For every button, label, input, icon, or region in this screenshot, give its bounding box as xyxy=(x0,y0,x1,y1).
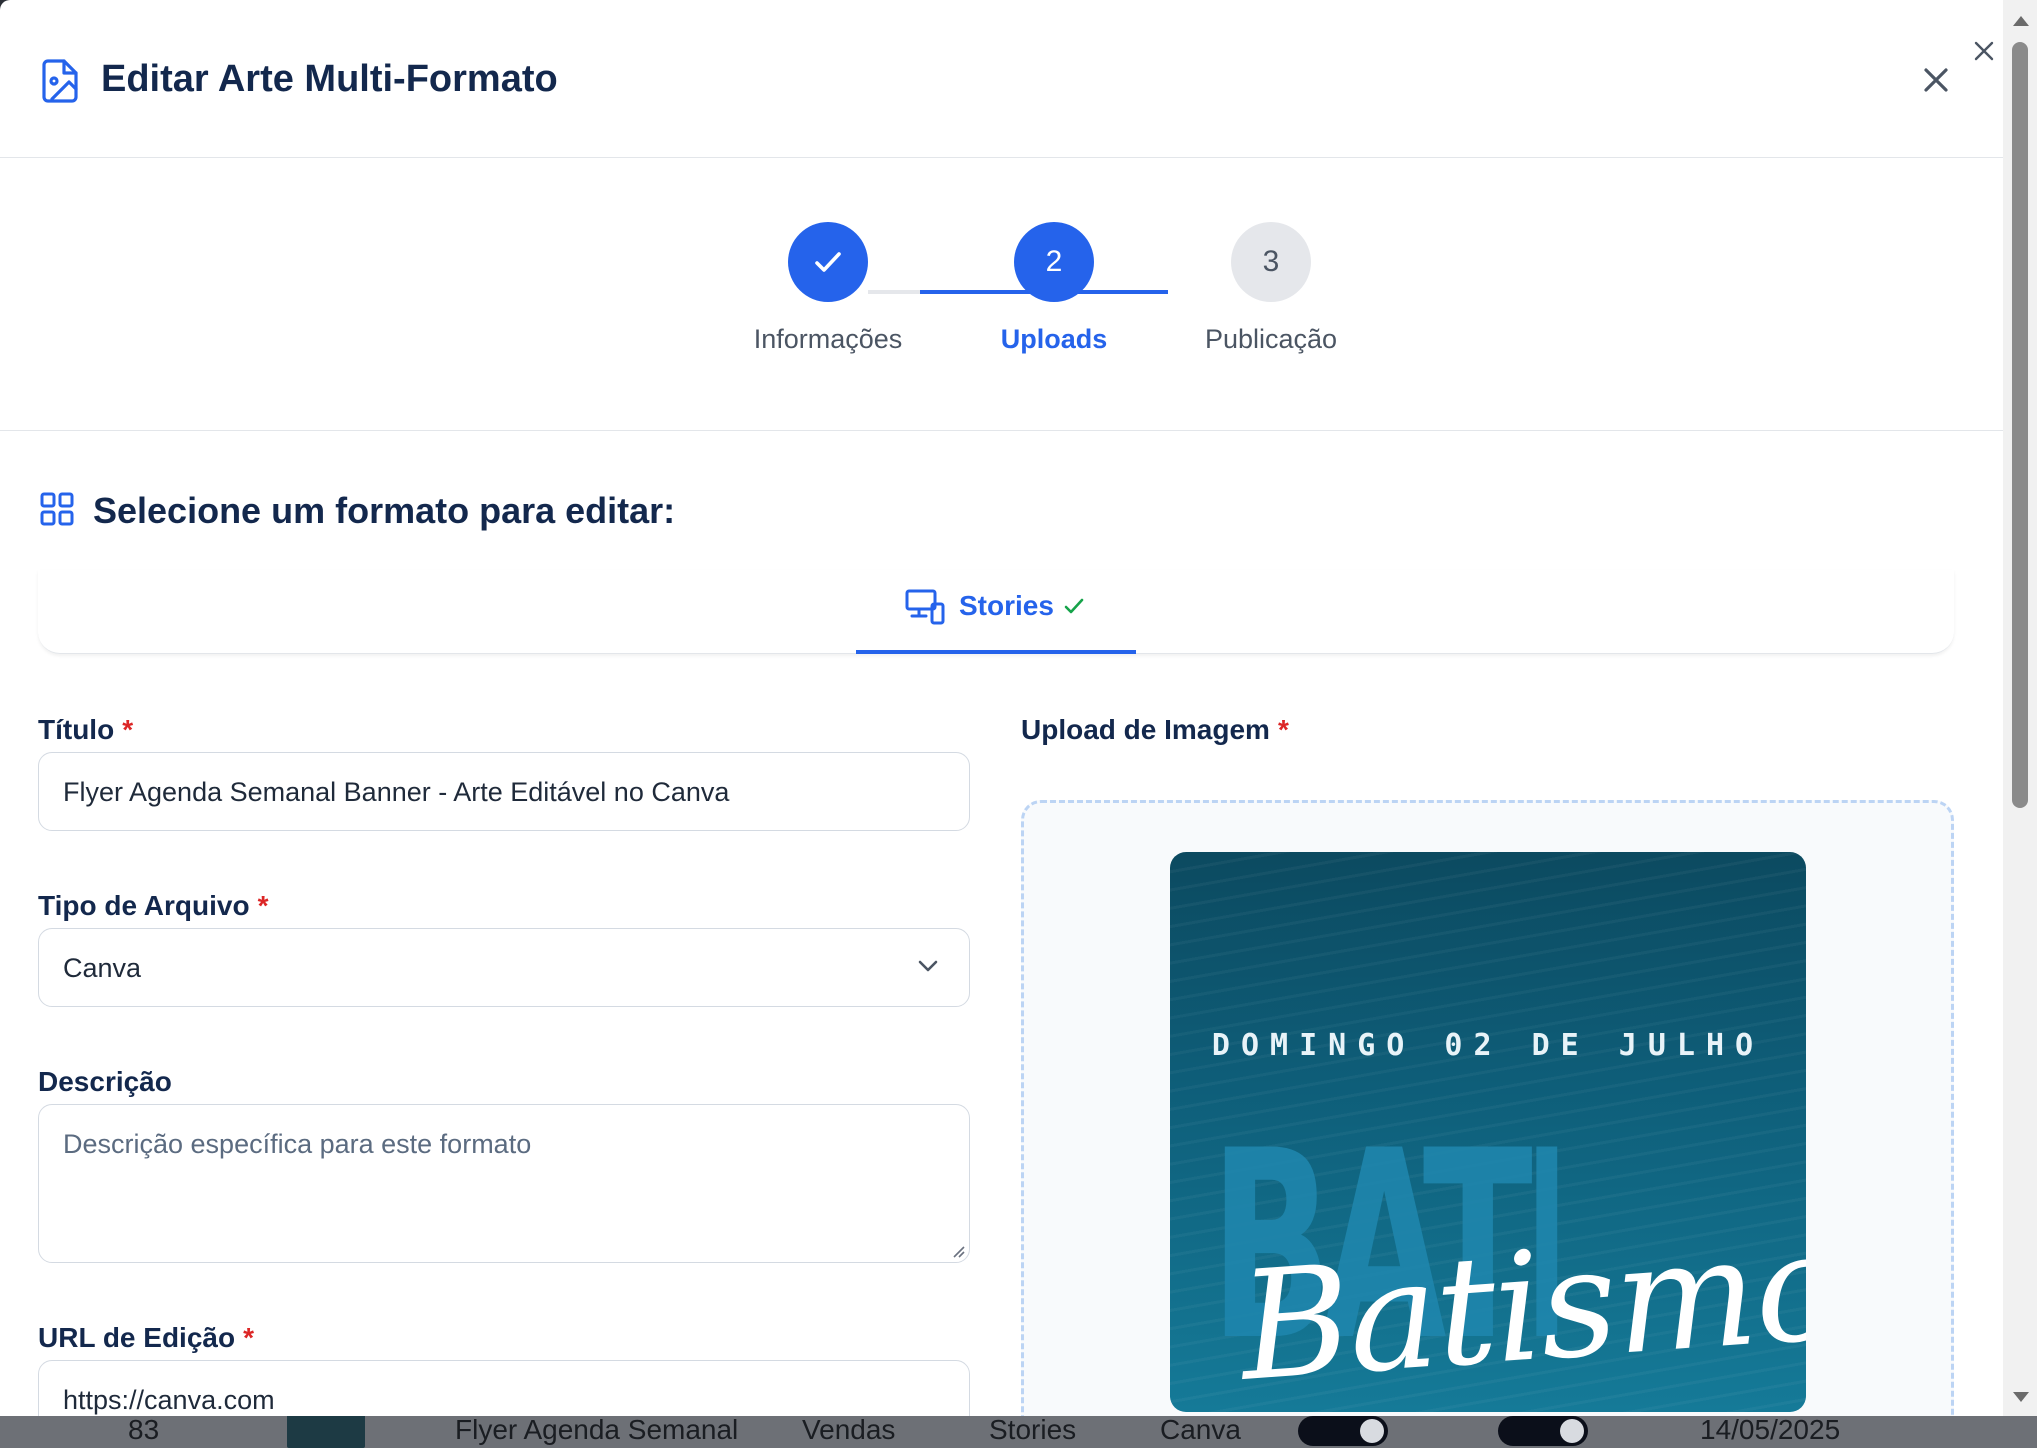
file-type-label: Tipo de Arquivo * xyxy=(38,890,268,922)
description-label: Descrição xyxy=(38,1066,172,1098)
chevron-down-icon xyxy=(918,960,938,972)
step-2-circle[interactable]: 2 xyxy=(1014,222,1094,302)
title-input-value: Flyer Agenda Semanal Banner - Arte Editá… xyxy=(63,777,730,807)
file-type-selected-value: Canva xyxy=(63,953,142,983)
title-label-text: Título xyxy=(38,714,115,745)
tab-stories-label: Stories xyxy=(959,590,1054,621)
scroll-up-arrow-icon[interactable] xyxy=(2013,16,2029,26)
check-icon xyxy=(815,252,841,272)
step-3-label[interactable]: Publicação xyxy=(1141,324,1401,355)
section-title: Selecione um formato para editar: xyxy=(93,490,676,531)
title-label: Título * xyxy=(38,714,133,746)
scrollbar[interactable] xyxy=(2003,0,2037,1416)
modal-title: Editar Arte Multi-Formato xyxy=(101,58,558,100)
image-preview[interactable]: DOMINGO 02 DE JULHO BATISMO Batismo xyxy=(1170,852,1806,1412)
row-format: Stories xyxy=(989,1414,1077,1445)
description-textarea[interactable]: Descrição específica para este formato xyxy=(38,1104,970,1263)
title-input[interactable]: Flyer Agenda Semanal Banner - Arte Editá… xyxy=(38,752,970,831)
close-icon[interactable] xyxy=(1918,62,1954,98)
image-file-icon xyxy=(42,59,78,103)
description-label-text: Descrição xyxy=(38,1066,172,1097)
step-3-circle[interactable]: 3 xyxy=(1231,222,1311,302)
description-placeholder: Descrição específica para este formato xyxy=(63,1129,532,1159)
check-icon xyxy=(1064,598,1084,614)
image-upload-label: Upload de Imagem * xyxy=(1021,714,1289,746)
image-upload-label-text: Upload de Imagem xyxy=(1021,714,1270,745)
edit-url-input[interactable]: https://canva.com xyxy=(38,1360,970,1416)
resize-handle-icon[interactable] xyxy=(949,1242,965,1258)
row-name: Flyer Agenda Semanal xyxy=(455,1414,739,1445)
step-connector-1 xyxy=(868,290,920,294)
poster-date-text: DOMINGO 02 DE JULHO xyxy=(1211,1028,1765,1063)
close-icon[interactable] xyxy=(1973,40,1995,62)
required-mark: * xyxy=(257,890,269,921)
edit-url-value: https://canva.com xyxy=(63,1385,275,1415)
devices-icon xyxy=(905,589,945,625)
row-toggle-active[interactable] xyxy=(1298,1416,1388,1446)
row-date: 14/05/2025 xyxy=(1700,1414,1841,1445)
scroll-down-arrow-icon[interactable] xyxy=(2013,1392,2029,1402)
edit-art-modal: Editar Arte Multi-Formato Informações 2 … xyxy=(0,0,2003,1416)
scrollbar-thumb[interactable] xyxy=(2012,42,2028,808)
file-type-select[interactable]: Canva xyxy=(38,928,970,1007)
edit-url-label-text: URL de Edição xyxy=(38,1322,236,1353)
modal-header: Editar Arte Multi-Formato xyxy=(0,0,2003,158)
edit-url-label: URL de Edição * xyxy=(38,1322,254,1354)
step-1-label[interactable]: Informações xyxy=(698,324,958,355)
row-id: 83 xyxy=(128,1414,160,1445)
grid-icon xyxy=(40,492,74,526)
row-category: Vendas xyxy=(802,1414,896,1445)
row-type: Canva xyxy=(1160,1414,1241,1445)
file-type-label-text: Tipo de Arquivo xyxy=(38,890,250,921)
tab-stories[interactable]: Stories xyxy=(856,574,1136,654)
row-toggle-featured[interactable] xyxy=(1498,1416,1588,1446)
stepper: Informações 2 Uploads 3 Publicação xyxy=(0,158,2003,431)
step-1-circle[interactable] xyxy=(788,222,868,302)
required-mark: * xyxy=(243,1322,254,1353)
row-thumbnail xyxy=(287,1414,365,1448)
required-mark: * xyxy=(1277,714,1289,745)
required-mark: * xyxy=(122,714,134,745)
